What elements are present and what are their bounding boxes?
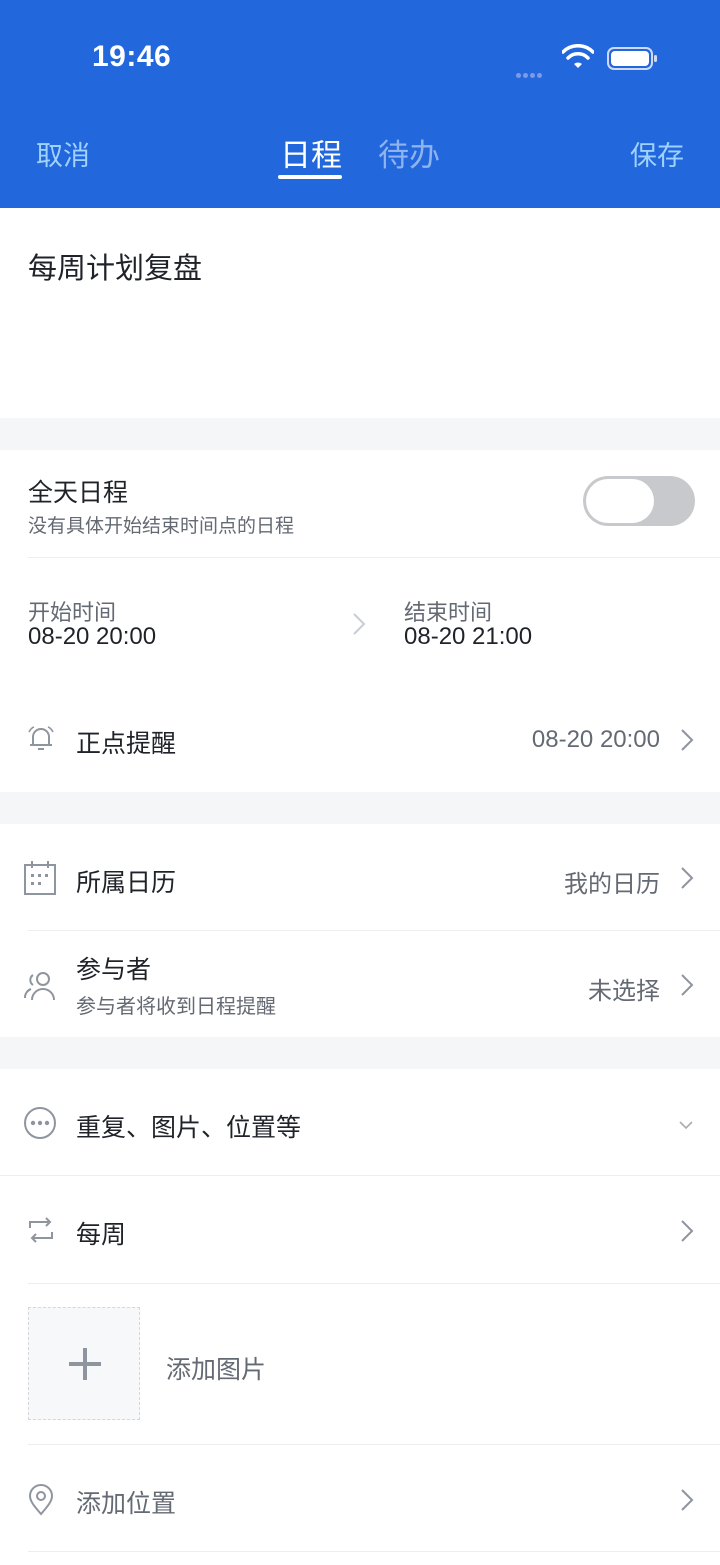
participants-value[interactable]: 未选择 <box>588 971 660 1006</box>
repeat-icon <box>26 1216 56 1248</box>
status-time: 19:46 <box>92 40 172 73</box>
more-options-label[interactable]: 重复、图片、位置等 <box>76 1108 301 1144</box>
chevron-right-icon[interactable] <box>680 866 694 894</box>
people-icon <box>23 970 57 1006</box>
end-time-value[interactable]: 08-20 21:00 <box>404 623 532 651</box>
divider <box>28 1444 720 1445</box>
divider <box>28 1283 720 1284</box>
chevron-right-icon[interactable] <box>680 728 694 756</box>
cancel-button[interactable]: 取消 <box>36 134 90 173</box>
start-time-value[interactable]: 08-20 20:00 <box>28 623 156 651</box>
bell-icon <box>26 724 56 758</box>
section-gap <box>0 1037 720 1069</box>
divider <box>0 1175 720 1176</box>
divider <box>28 557 720 558</box>
wifi-icon <box>561 44 595 74</box>
section-gap <box>0 418 720 450</box>
all-day-label: 全天日程 <box>28 478 129 507</box>
tab-todo[interactable]: 待办 <box>378 130 440 175</box>
all-day-toggle[interactable] <box>583 476 695 526</box>
chevron-right-icon[interactable] <box>680 1488 694 1516</box>
active-tab-indicator <box>278 175 342 179</box>
title-input-area[interactable] <box>0 208 720 418</box>
add-image-button[interactable] <box>28 1307 140 1420</box>
toggle-knob <box>586 479 654 523</box>
repeat-label[interactable]: 每周 <box>76 1215 126 1251</box>
calendar-icon <box>23 860 57 900</box>
reminder-value[interactable]: 08-20 20:00 <box>532 726 660 754</box>
chevron-right-icon <box>352 612 366 640</box>
divider <box>28 930 720 931</box>
participants-desc: 参与者将收到日程提醒 <box>76 994 276 1018</box>
location-pin-icon <box>28 1484 54 1520</box>
event-title-input[interactable]: 每周计划复盘 <box>28 245 202 287</box>
section-gap <box>0 792 720 824</box>
chevron-right-icon[interactable] <box>680 973 694 1001</box>
tab-schedule[interactable]: 日程 <box>280 130 342 175</box>
add-image-label[interactable]: 添加图片 <box>166 1350 266 1386</box>
add-location-label[interactable]: 添加位置 <box>76 1484 176 1520</box>
calendar-value[interactable]: 我的日历 <box>564 864 660 899</box>
all-day-desc: 没有具体开始结束时间点的日程 <box>28 515 295 537</box>
chevron-down-icon[interactable] <box>678 1116 694 1135</box>
signal-icon <box>516 63 544 82</box>
header-bar: 19:46 取消 日程 待办 保存 <box>0 0 720 208</box>
participants-label: 参与者 <box>76 955 152 984</box>
divider <box>28 1551 720 1552</box>
reminder-label: 正点提醒 <box>76 729 177 758</box>
more-icon <box>23 1106 57 1144</box>
chevron-right-icon[interactable] <box>680 1219 694 1247</box>
calendar-label: 所属日历 <box>76 868 177 897</box>
save-button[interactable]: 保存 <box>630 134 684 173</box>
battery-icon <box>607 46 659 76</box>
